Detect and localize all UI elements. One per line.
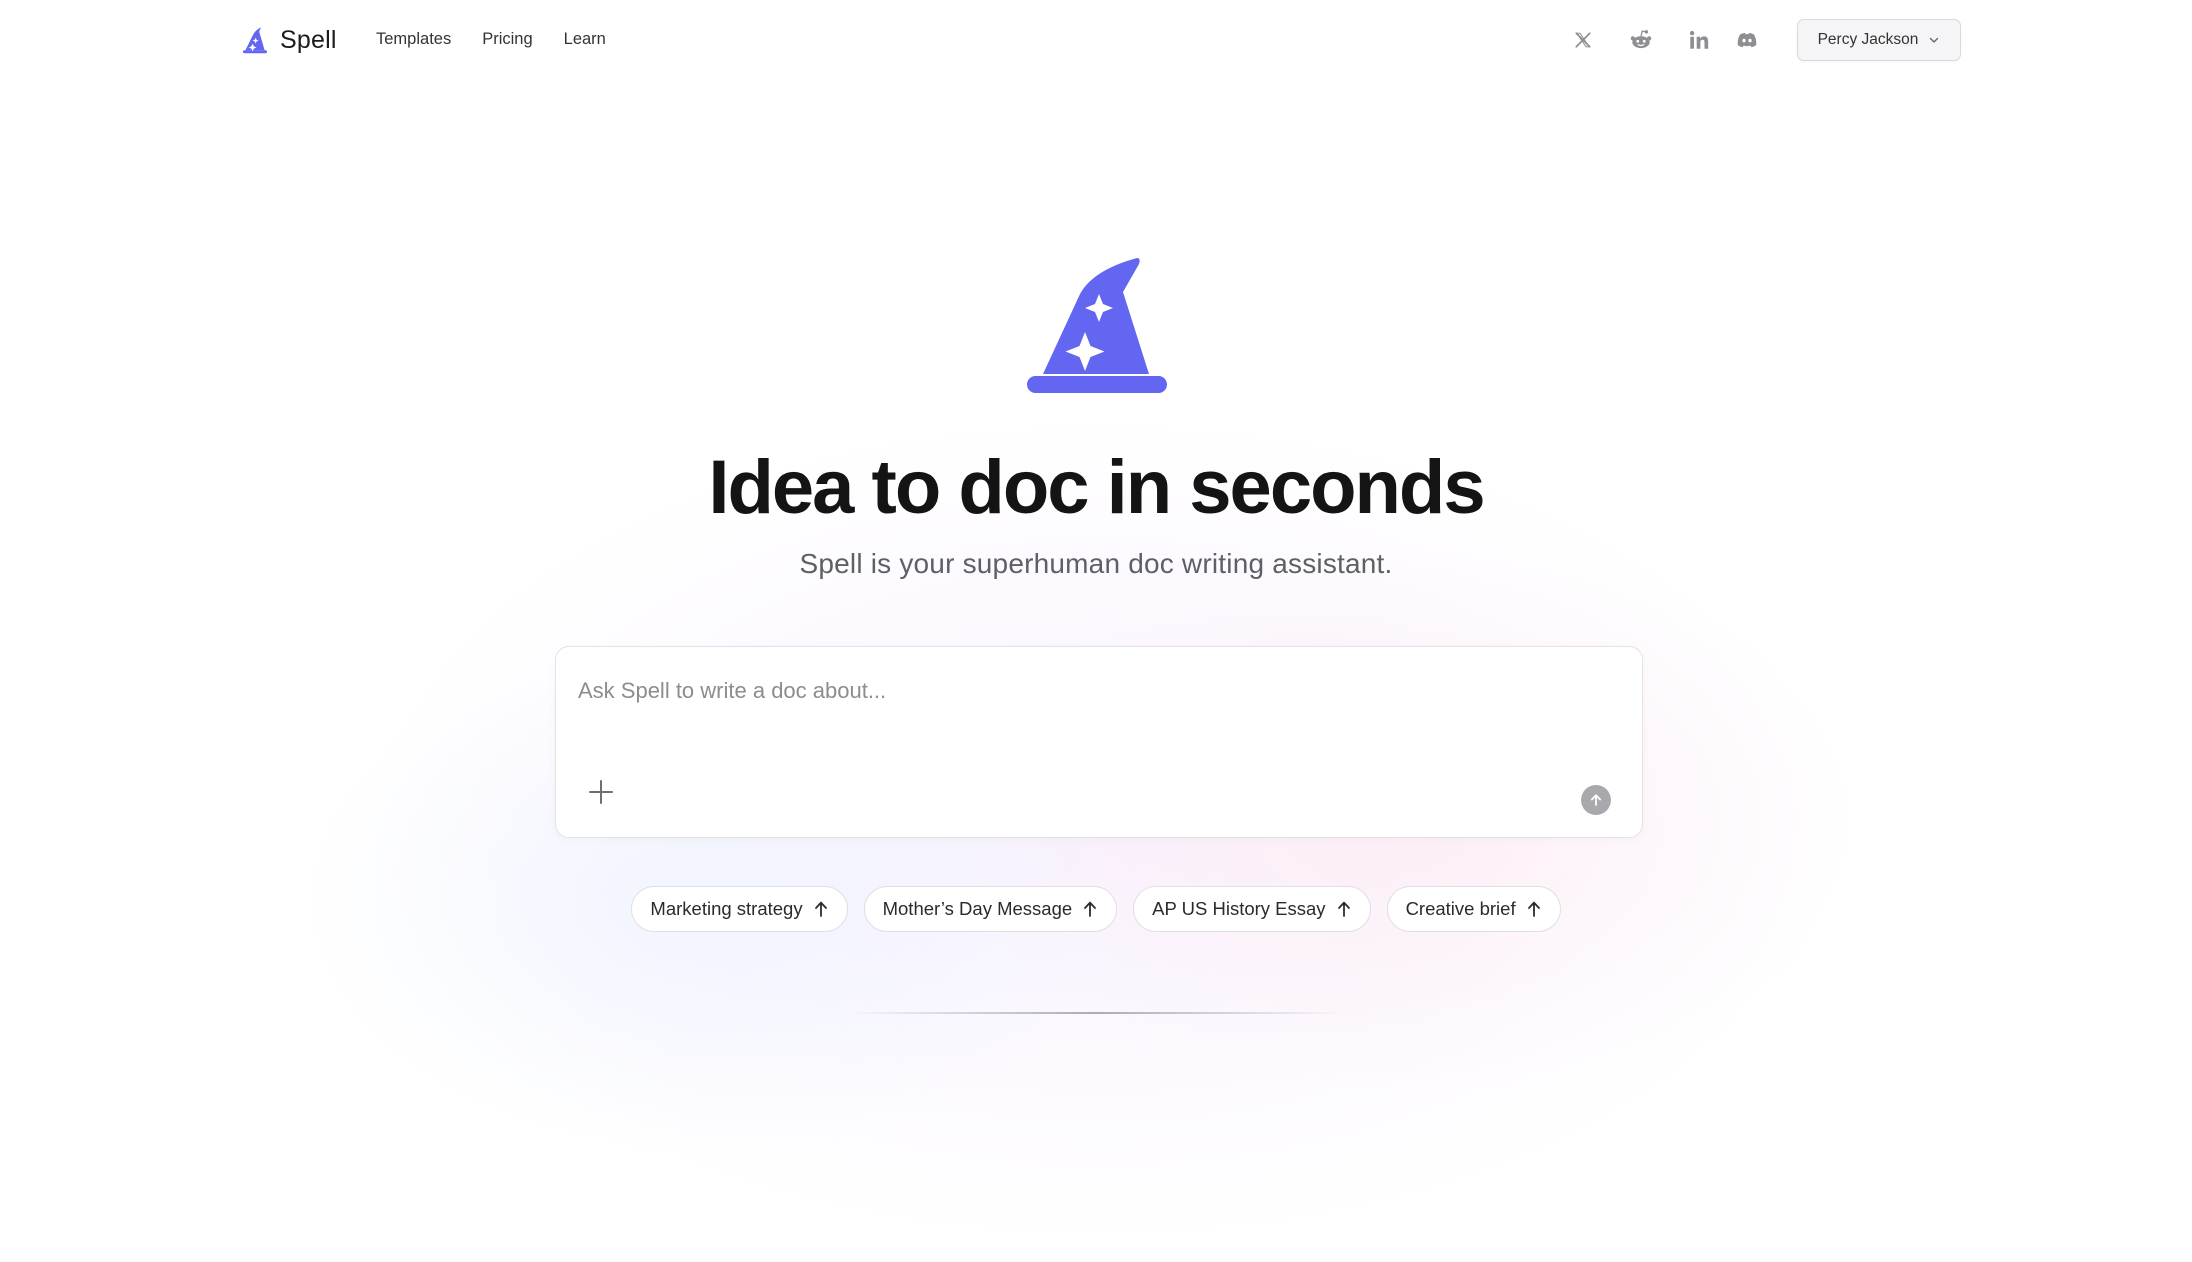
arrow-up-icon [1337,901,1350,917]
hero-title: Idea to doc in seconds [708,445,1485,530]
user-menu-button[interactable]: Percy Jackson [1797,19,1961,61]
prompt-input[interactable] [578,669,1618,713]
chevron-down-icon [1930,37,1939,43]
send-button[interactable] [1581,785,1611,815]
nav-link-templates[interactable]: Templates [376,27,451,51]
suggestion-label: Marketing strategy [650,898,803,919]
wizard-hat-logo-icon [243,27,267,54]
divider [846,1012,1346,1014]
suggestion-label: Creative brief [1405,898,1516,919]
top-navbar: Spell Templates Pricing Learn Percy Jack… [0,0,2192,80]
wizard-hat-hero-icon [1027,258,1167,393]
brand-home-link[interactable]: Spell [240,22,337,58]
arrow-up-icon [1527,901,1540,917]
suggestion-chip[interactable]: Mother’s Day Message [863,886,1118,932]
suggestion-chips: Marketing strategy Mother’s Day Message … [0,886,2192,932]
suggestion-label: AP US History Essay [1152,898,1326,919]
linkedin-icon[interactable] [1684,25,1714,55]
reddit-icon[interactable] [1626,25,1656,55]
x-twitter-icon[interactable] [1568,25,1598,55]
main-nav: Templates Pricing Learn [376,27,637,51]
social-links [1568,25,1762,55]
suggestion-chip[interactable]: Creative brief [1386,886,1561,932]
discord-icon[interactable] [1732,25,1762,55]
brand-name: Spell [280,25,337,54]
suggestion-chip[interactable]: AP US History Essay [1133,886,1371,932]
add-attachment-button[interactable] [586,777,616,807]
page: Spell Templates Pricing Learn Percy Jack… [0,0,2192,1262]
arrow-up-icon [1084,901,1097,917]
plus-icon [589,780,613,804]
arrow-up-icon [1590,794,1602,806]
nav-link-learn[interactable]: Learn [564,27,606,51]
user-name: Percy Jackson [1817,31,1919,48]
nav-link-pricing[interactable]: Pricing [482,27,532,51]
hero-subtitle: Spell is your superhuman doc writing ass… [799,548,1393,579]
suggestion-chip[interactable]: Marketing strategy [631,886,848,932]
suggestion-label: Mother’s Day Message [882,898,1073,919]
prompt-box [555,646,1643,838]
arrow-up-icon [814,901,827,917]
